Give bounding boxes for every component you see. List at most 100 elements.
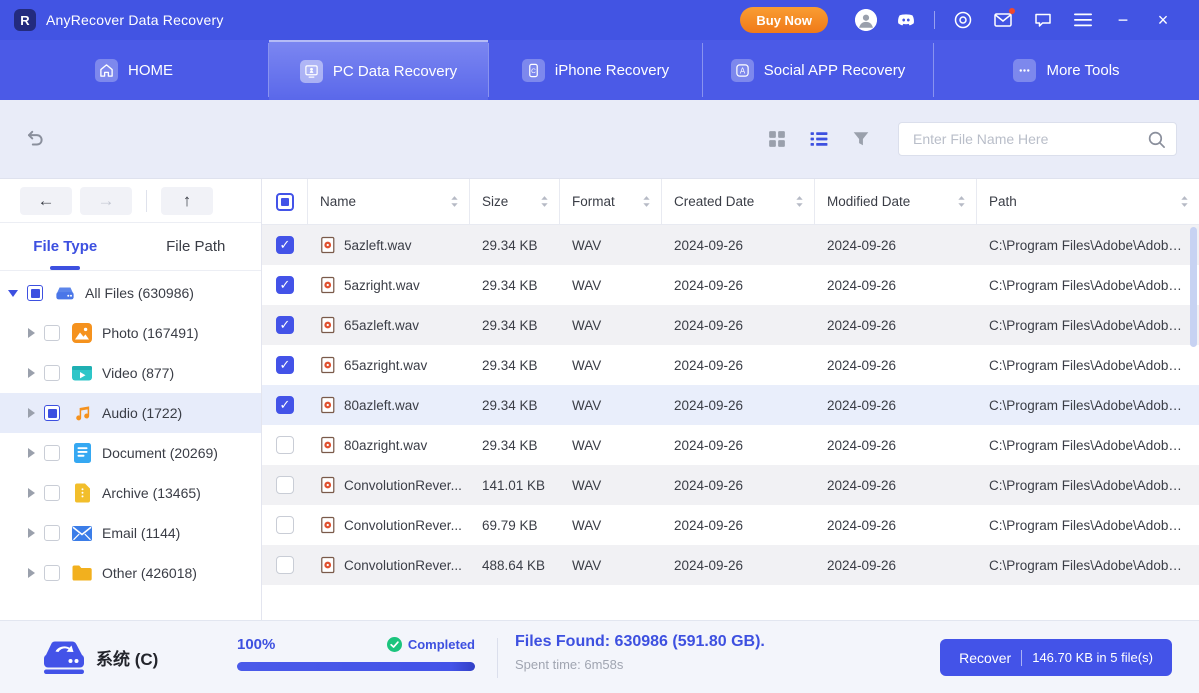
tab-file-type[interactable]: File Type (0, 223, 131, 270)
forward-button[interactable]: → (80, 187, 132, 215)
tree-checkbox[interactable] (44, 445, 60, 461)
drive-label: 系统 (C) (96, 621, 158, 693)
content-area: ← → ↑ File Type File Path All Files (630… (0, 178, 1199, 620)
chat-icon[interactable] (1032, 9, 1054, 31)
file-name: ConvolutionRever... (344, 478, 462, 493)
undo-icon[interactable] (22, 126, 48, 152)
tree-checkbox[interactable] (44, 325, 60, 341)
avatar-icon (855, 9, 877, 31)
tree-checkbox[interactable] (44, 405, 60, 421)
buy-now-button[interactable]: Buy Now (740, 7, 828, 33)
column-header-modified-date[interactable]: Modified Date (815, 179, 977, 224)
record-icon[interactable] (952, 9, 974, 31)
back-button[interactable]: ← (20, 187, 72, 215)
tree-item-label: Other (426018) (102, 565, 197, 581)
tree-checkbox[interactable] (44, 485, 60, 501)
column-header-created-date[interactable]: Created Date (662, 179, 815, 224)
wav-file-icon (320, 276, 336, 294)
mail-icon[interactable] (992, 9, 1014, 31)
tab-home[interactable]: HOME (0, 40, 268, 100)
tab-more-tools[interactable]: More Tools (934, 40, 1199, 100)
tab-pc-data-recovery[interactable]: PC Data Recovery (269, 40, 488, 100)
tree-item-email[interactable]: Email (1144) (0, 513, 261, 553)
sidebar-tabs: File Type File Path (0, 223, 261, 271)
minimize-icon[interactable]: − (1112, 9, 1134, 31)
row-checkbox[interactable]: ✓ (276, 436, 294, 454)
tab-file-path[interactable]: File Path (131, 223, 262, 270)
sort-icon[interactable] (795, 195, 804, 208)
sidebar-nav-row: ← → ↑ (0, 179, 261, 223)
vertical-scrollbar[interactable] (1190, 227, 1197, 347)
main-tab-bar: HOME PC Data Recovery C iPhone Recovery … (0, 40, 1199, 100)
row-checkbox[interactable]: ✓ (276, 476, 294, 494)
tab-social-app-recovery[interactable]: A Social APP Recovery (703, 40, 933, 100)
list-view-icon[interactable] (809, 129, 829, 149)
sort-icon[interactable] (450, 195, 459, 208)
expand-arrow-icon[interactable] (28, 368, 35, 378)
scan-summary: Files Found: 630986 (591.80 GB). Spent t… (515, 633, 765, 672)
table-row[interactable]: ✓ 80azright.wav 29.34 KB WAV 2024-09-26 … (262, 425, 1199, 465)
table-row[interactable]: ✓ ConvolutionRever... 69.79 KB WAV 2024-… (262, 505, 1199, 545)
sort-icon[interactable] (957, 195, 966, 208)
row-checkbox[interactable]: ✓ (276, 556, 294, 574)
row-checkbox[interactable]: ✓ (276, 316, 294, 334)
search-icon[interactable] (1147, 130, 1166, 149)
sort-icon[interactable] (540, 195, 549, 208)
file-created-date: 2024-09-26 (662, 478, 815, 493)
tree-checkbox[interactable] (27, 285, 43, 301)
table-row[interactable]: ✓ 5azright.wav 29.34 KB WAV 2024-09-26 2… (262, 265, 1199, 305)
row-checkbox[interactable]: ✓ (276, 356, 294, 374)
wav-file-icon (320, 436, 336, 454)
tree-checkbox[interactable] (44, 525, 60, 541)
grid-view-icon[interactable] (767, 129, 787, 149)
discord-icon[interactable] (895, 9, 917, 31)
table-row[interactable]: ✓ 65azleft.wav 29.34 KB WAV 2024-09-26 2… (262, 305, 1199, 345)
account-avatar[interactable] (855, 9, 877, 31)
row-checkbox[interactable]: ✓ (276, 236, 294, 254)
expand-arrow-icon[interactable] (28, 528, 35, 538)
file-size: 29.34 KB (470, 438, 560, 453)
tree-item-audio[interactable]: Audio (1722) (0, 393, 261, 433)
scan-progress-group: 100% Completed (237, 636, 475, 671)
expand-arrow-icon[interactable] (28, 408, 35, 418)
tab-label: Social APP Recovery (764, 62, 905, 79)
column-header-size[interactable]: Size (470, 179, 560, 224)
tree-checkbox[interactable] (44, 565, 60, 581)
tree-item-other[interactable]: Other (426018) (0, 553, 261, 593)
table-row[interactable]: ✓ ConvolutionRever... 488.64 KB WAV 2024… (262, 545, 1199, 585)
recover-button[interactable]: Recover 146.70 KB in 5 file(s) (940, 639, 1172, 676)
tab-iphone-recovery[interactable]: C iPhone Recovery (489, 40, 702, 100)
expand-arrow-icon[interactable] (28, 488, 35, 498)
expand-arrow-icon[interactable] (28, 568, 35, 578)
search-input[interactable] (913, 131, 1147, 147)
tree-item-archive[interactable]: Archive (13465) (0, 473, 261, 513)
table-row[interactable]: ✓ 5azleft.wav 29.34 KB WAV 2024-09-26 20… (262, 225, 1199, 265)
expand-arrow-icon[interactable] (28, 448, 35, 458)
column-header-path[interactable]: Path (977, 179, 1199, 224)
sort-icon[interactable] (1180, 195, 1189, 208)
row-checkbox[interactable]: ✓ (276, 396, 294, 414)
tree-checkbox[interactable] (44, 365, 60, 381)
column-header-name[interactable]: Name (308, 179, 470, 224)
table-row[interactable]: ✓ 65azright.wav 29.34 KB WAV 2024-09-26 … (262, 345, 1199, 385)
file-size: 29.34 KB (470, 278, 560, 293)
column-label: Size (482, 194, 508, 209)
tree-item-document[interactable]: Document (20269) (0, 433, 261, 473)
sort-icon[interactable] (642, 195, 651, 208)
table-row[interactable]: ✓ 80azleft.wav 29.34 KB WAV 2024-09-26 2… (262, 385, 1199, 425)
menu-icon[interactable] (1072, 9, 1094, 31)
expand-arrow-icon[interactable] (8, 290, 18, 297)
row-checkbox[interactable]: ✓ (276, 276, 294, 294)
up-button[interactable]: ↑ (161, 187, 213, 215)
expand-arrow-icon[interactable] (28, 328, 35, 338)
column-header-format[interactable]: Format (560, 179, 662, 224)
table-row[interactable]: ✓ ConvolutionRever... 141.01 KB WAV 2024… (262, 465, 1199, 505)
tree-item-all-files[interactable]: All Files (630986) (0, 273, 261, 313)
tree-item-label: All Files (630986) (85, 285, 194, 301)
select-all-checkbox[interactable] (276, 193, 294, 211)
tree-item-photo[interactable]: Photo (167491) (0, 313, 261, 353)
tree-item-video[interactable]: Video (877) (0, 353, 261, 393)
row-checkbox[interactable]: ✓ (276, 516, 294, 534)
filter-icon[interactable] (851, 129, 871, 149)
close-icon[interactable]: × (1152, 9, 1174, 31)
